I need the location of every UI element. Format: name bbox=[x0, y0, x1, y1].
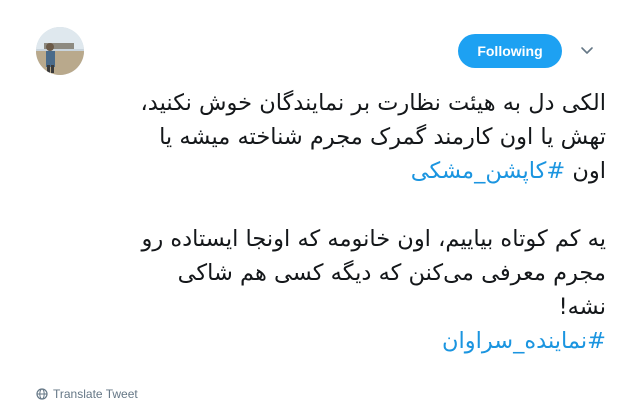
tweet-text: الکی دل به هیئت نظارت بر نمایندگان خوش ن… bbox=[36, 86, 606, 358]
tweet-line: یه کم کوتاه بیاییم، اون خانومه که اونجا … bbox=[141, 226, 606, 252]
chevron-down-icon[interactable] bbox=[577, 40, 597, 60]
translate-label: Translate Tweet bbox=[53, 387, 138, 401]
tweet-line: نشه! bbox=[558, 294, 606, 320]
tweet-line: الکی دل به هیئت نظارت بر نمایندگان خوش ن… bbox=[140, 90, 606, 116]
globe-icon bbox=[36, 388, 48, 400]
tweet-line: تهش یا اون کارمند گمرک مجرم شناخته میشه … bbox=[159, 124, 606, 150]
hashtag-link[interactable]: #کاپشن_مشکی bbox=[411, 158, 565, 184]
tweet-line: مجرم معرفی می‌کنن که دیگه کسی هم شاکی bbox=[177, 260, 606, 286]
following-button[interactable]: Following bbox=[458, 34, 562, 68]
translate-tweet-link[interactable]: Translate Tweet bbox=[36, 387, 138, 401]
avatar[interactable] bbox=[36, 27, 84, 75]
avatar-image bbox=[36, 27, 84, 75]
tweet-line: #نماینده_سراوان bbox=[36, 324, 606, 358]
hashtag-link[interactable]: #نماینده_سراوان bbox=[442, 328, 606, 354]
tweet-line: اون #کاپشن_مشکی bbox=[36, 154, 606, 188]
tweet-line-text: اون bbox=[572, 158, 606, 184]
